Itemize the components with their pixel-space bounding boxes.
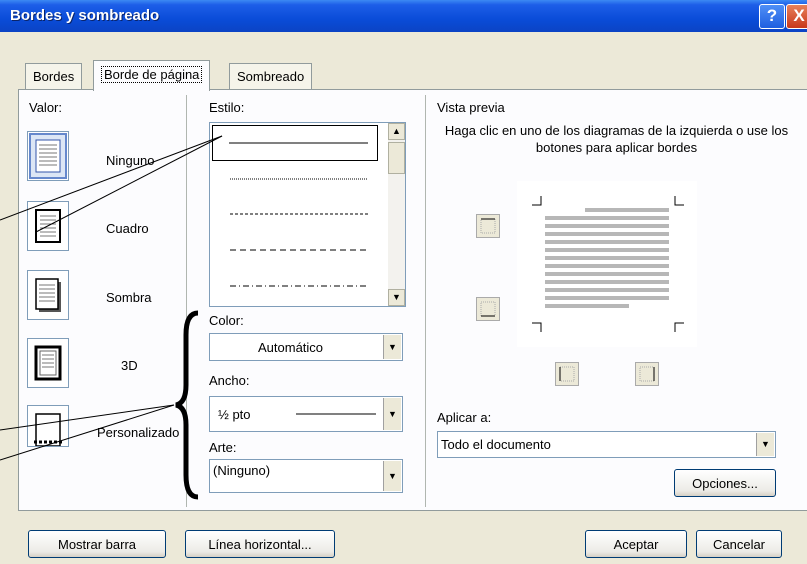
border-top-icon [480,218,496,234]
tab-sombreado[interactable]: Sombreado [229,63,313,89]
setting-shadow-label: Sombra [106,290,152,305]
border-left-icon [559,366,575,382]
style-item-dashed-small[interactable] [212,196,378,232]
tab-borde-de-pagina[interactable]: Borde de página [93,60,211,91]
apply-to-value: Todo el documento [441,437,551,452]
style-item-solid[interactable] [212,125,378,161]
width-value: ½ pto [218,407,251,422]
style-item-dotted[interactable] [212,161,378,197]
art-dropdown-arrow[interactable]: ▼ [383,461,401,491]
width-label: Ancho: [209,373,250,388]
apply-to-dropdown-arrow[interactable]: ▼ [756,433,774,456]
tab-bordes[interactable]: Bordes [25,63,83,89]
bottom-border-button[interactable] [476,297,500,321]
border-right-icon [639,366,655,382]
left-border-button[interactable] [555,362,579,386]
horizontal-line-button[interactable]: Línea horizontal... [185,530,335,558]
scroll-down-button[interactable]: ▼ [388,289,405,306]
cancel-button[interactable]: Cancelar [696,530,782,558]
scroll-up-button[interactable]: ▲ [388,123,405,140]
color-select[interactable]: Automático ▼ [209,333,403,361]
help-button[interactable]: ? [759,4,785,29]
apply-to-select[interactable]: Todo el documento ▼ [437,431,776,458]
color-label: Color: [209,313,244,328]
art-value: (Ninguno) [213,463,271,478]
right-border-button[interactable] [635,362,659,386]
apply-to-label: Aplicar a: [437,410,492,425]
title-bar[interactable]: Bordes y sombreado ? X [0,0,807,32]
art-label: Arte: [209,440,237,455]
preview-label: Vista previa [437,100,505,115]
borders-dialog: Bordes y sombreado ? X Bordes Borde de p… [0,0,807,564]
preview-hint: Haga clic en uno de los diagramas de la … [444,123,789,155]
color-dropdown-arrow[interactable]: ▼ [383,335,401,359]
show-toolbar-button[interactable]: Mostrar barra [28,530,166,558]
color-value: Automático [258,340,324,355]
style-scrollbar[interactable]: ▲ ▼ [388,123,405,306]
art-select[interactable]: (Ninguno) ▼ [209,459,403,493]
setting-label: Valor: [29,100,62,115]
dialog-title: Bordes y sombreado [10,7,160,24]
callout-brace-annotation [0,310,199,500]
top-border-button[interactable] [476,214,500,238]
style-label: Estilo: [209,100,245,115]
style-list[interactable]: ▲ ▼ [209,122,406,307]
border-bottom-icon [480,301,496,317]
callout-style-annotation [0,135,223,233]
width-line-sample [296,413,376,415]
preview-page-icon [532,196,684,332]
preview-canvas[interactable] [517,181,697,347]
divider-right [425,95,426,507]
width-dropdown-arrow[interactable]: ▼ [383,398,401,430]
options-button[interactable]: Opciones... [674,469,776,497]
ok-button[interactable]: Aceptar [585,530,687,558]
style-item-dashed-large[interactable] [212,232,378,268]
style-item-dash-dot[interactable] [212,268,378,304]
width-select[interactable]: ½ pto ▼ [209,396,403,432]
close-button[interactable]: X [786,4,807,29]
scroll-thumb[interactable] [388,142,405,174]
